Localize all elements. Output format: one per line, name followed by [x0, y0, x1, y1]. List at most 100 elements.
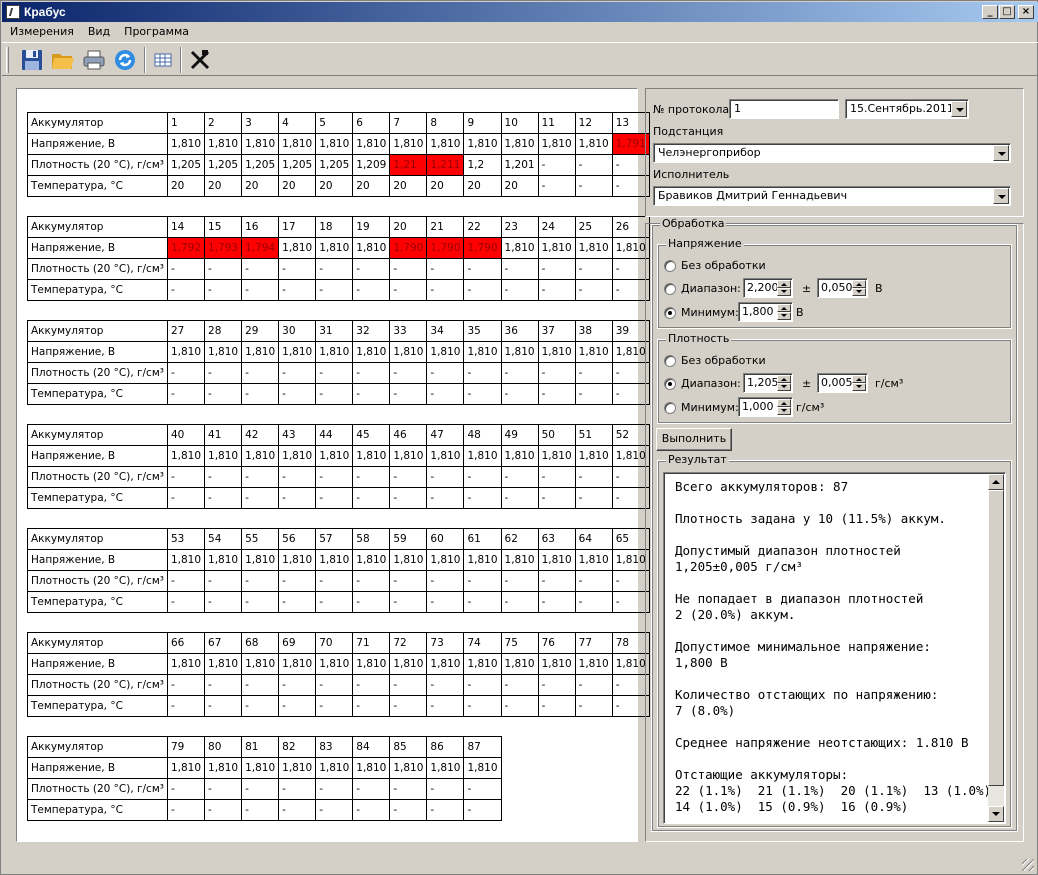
table-cell[interactable]: - [574, 695, 613, 717]
voltage-range-spinbox[interactable]: 2,200 [743, 278, 793, 298]
table-cell[interactable]: - [389, 695, 428, 717]
close-button[interactable]: × [1018, 5, 1034, 19]
table-cell[interactable]: 18 [315, 216, 354, 238]
table-cell[interactable]: 1,209 [352, 154, 391, 176]
table-cell[interactable]: - [241, 362, 280, 384]
table-cell[interactable]: - [278, 674, 317, 696]
table-cell[interactable]: 55 [241, 528, 280, 550]
table-cell[interactable]: 1,810 [278, 133, 317, 155]
table-cell[interactable]: - [204, 383, 243, 405]
table-cell[interactable]: 82 [278, 736, 317, 758]
table-cell[interactable]: 21 [426, 216, 465, 238]
table-cell[interactable]: 8 [426, 112, 465, 134]
table-cell[interactable]: 1,810 [500, 653, 539, 675]
table-cell[interactable]: - [166, 466, 206, 488]
table-cell[interactable]: 63 [537, 528, 576, 550]
table-cell[interactable]: - [426, 778, 465, 800]
table-cell[interactable]: 86 [426, 736, 465, 758]
run-button[interactable]: Выполнить [656, 428, 732, 451]
table-cell[interactable]: - [574, 570, 613, 592]
table-cell[interactable]: - [204, 466, 243, 488]
table-cell[interactable]: 37 [537, 320, 576, 342]
table-cell[interactable]: - [426, 487, 465, 509]
table-cell[interactable]: - [426, 591, 465, 613]
table-cell[interactable]: 70 [315, 632, 354, 654]
table-cell[interactable]: - [166, 487, 206, 509]
table-cell[interactable]: - [278, 591, 317, 613]
table-cell[interactable]: 1,810 [166, 341, 206, 363]
table-cell[interactable]: - [537, 487, 576, 509]
table-icon[interactable] [150, 47, 176, 73]
minimize-button[interactable]: _ [982, 5, 998, 19]
table-cell[interactable]: 3 [241, 112, 280, 134]
table-cell[interactable]: 20 [204, 175, 243, 197]
table-cell[interactable]: - [426, 279, 465, 301]
table-cell[interactable]: 58 [352, 528, 391, 550]
table-cell[interactable]: 1,810 [241, 757, 280, 779]
table-cell[interactable]: - [204, 778, 243, 800]
spinner-arrows-icon[interactable] [852, 280, 866, 296]
chevron-down-icon[interactable] [993, 188, 1009, 204]
table-cell[interactable]: - [537, 175, 576, 197]
table-cell[interactable]: - [166, 570, 206, 592]
table-cell[interactable]: - [500, 383, 539, 405]
table-cell[interactable]: 4 [278, 112, 317, 134]
table-cell[interactable]: - [463, 674, 502, 696]
voltage-range-label[interactable]: Диапазон: [681, 282, 741, 295]
table-cell[interactable]: - [463, 778, 502, 800]
table-cell[interactable]: - [537, 466, 576, 488]
table-cell[interactable]: 1,205 [315, 154, 354, 176]
table-cell[interactable]: 36 [500, 320, 539, 342]
table-cell[interactable]: - [537, 258, 576, 280]
table-cell[interactable]: - [426, 695, 465, 717]
density-min-label[interactable]: Минимум: [681, 401, 739, 414]
table-cell[interactable]: 1,790 [389, 237, 428, 259]
voltage-min-spinbox[interactable]: 1,800 [738, 302, 793, 322]
table-cell[interactable]: 1,810 [204, 445, 243, 467]
table-cell[interactable]: - [278, 279, 317, 301]
table-cell[interactable]: 72 [389, 632, 428, 654]
table-cell[interactable]: 1,790 [463, 237, 502, 259]
table-cell[interactable]: 1,810 [463, 757, 502, 779]
table-cell[interactable]: 1,810 [463, 445, 502, 467]
table-cell[interactable]: 1,810 [426, 653, 465, 675]
table-cell[interactable]: 1,810 [166, 549, 206, 571]
table-cell[interactable]: - [315, 383, 354, 405]
scroll-up-icon[interactable] [988, 474, 1004, 490]
table-cell[interactable]: 22 [463, 216, 502, 238]
print-icon[interactable] [81, 47, 107, 73]
table-cell[interactable]: 1,810 [241, 653, 280, 675]
table-cell[interactable]: - [166, 279, 206, 301]
table-cell[interactable]: - [352, 591, 391, 613]
table-cell[interactable]: 1,810 [315, 445, 354, 467]
table-cell[interactable]: 32 [352, 320, 391, 342]
table-cell[interactable]: 1 [166, 112, 206, 134]
table-cell[interactable]: 1,810 [537, 653, 576, 675]
table-cell[interactable]: 43 [278, 424, 317, 446]
table-cell[interactable]: - [537, 362, 576, 384]
table-cell[interactable]: 85 [389, 736, 428, 758]
table-cell[interactable]: - [389, 570, 428, 592]
table-cell[interactable]: - [537, 695, 576, 717]
table-cell[interactable]: - [278, 466, 317, 488]
voltage-min-radio[interactable] [664, 307, 676, 319]
table-cell[interactable]: 71 [352, 632, 391, 654]
table-cell[interactable]: 28 [204, 320, 243, 342]
table-cell[interactable]: 1,810 [463, 549, 502, 571]
table-cell[interactable]: - [500, 258, 539, 280]
table-cell[interactable]: 1,810 [426, 445, 465, 467]
table-cell[interactable]: - [389, 487, 428, 509]
table-cell[interactable]: 20 [166, 175, 206, 197]
table-cell[interactable]: 33 [389, 320, 428, 342]
table-cell[interactable]: 47 [426, 424, 465, 446]
table-cell[interactable]: - [204, 591, 243, 613]
table-cell[interactable]: 1,810 [352, 757, 391, 779]
table-cell[interactable]: 1,810 [426, 757, 465, 779]
table-cell[interactable]: 1,810 [315, 341, 354, 363]
table-cell[interactable]: - [463, 799, 502, 821]
table-cell[interactable]: - [315, 570, 354, 592]
refresh-icon[interactable] [112, 47, 138, 73]
table-cell[interactable]: 1,810 [426, 549, 465, 571]
table-cell[interactable]: 1,211 [426, 154, 465, 176]
table-cell[interactable]: - [315, 279, 354, 301]
